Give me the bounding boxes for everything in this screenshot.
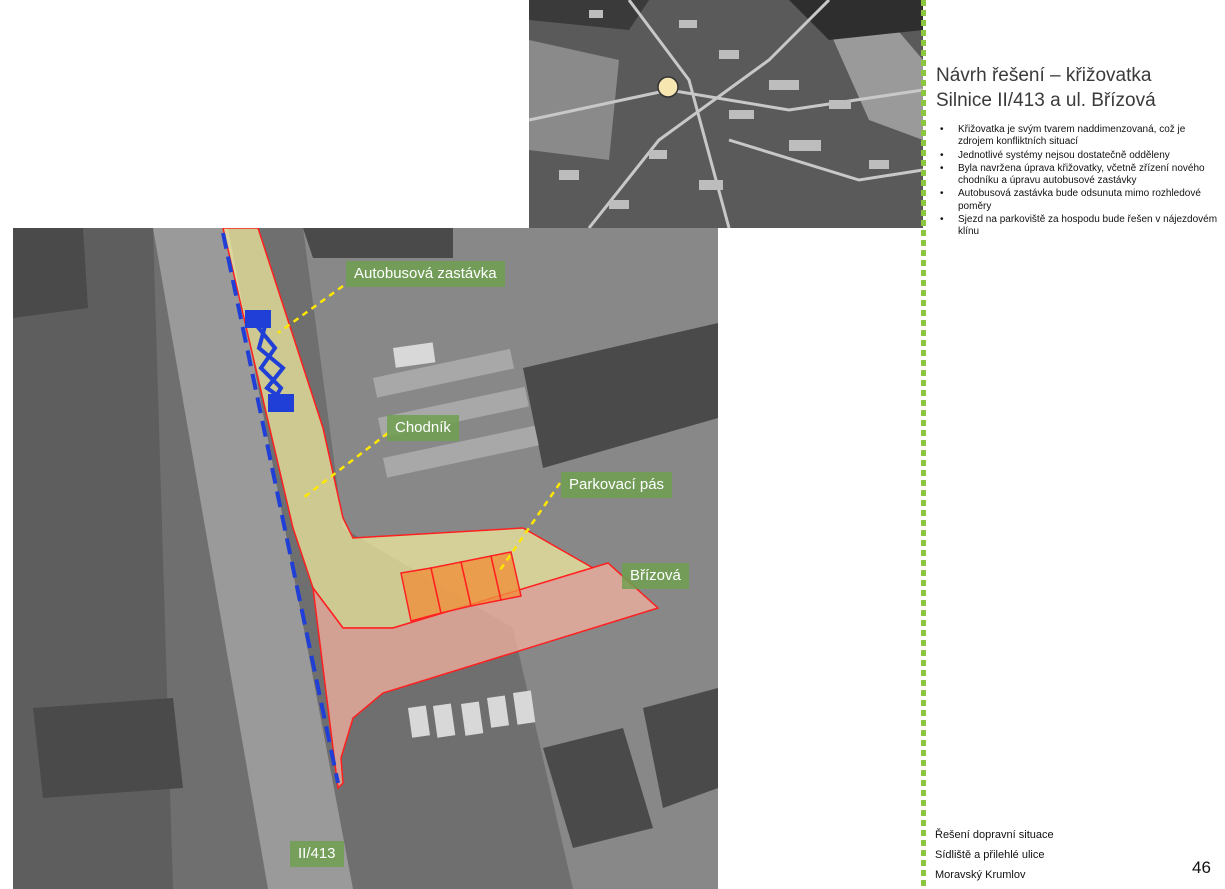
label-bus-stop: Autobusová zastávka xyxy=(346,261,505,287)
overview-map-image xyxy=(529,0,923,228)
intersection-design-map: Autobusová zastávka Chodník Parkovací pá… xyxy=(13,228,718,889)
bullet-list: Křižovatka je svým tvarem naddimenzovaná… xyxy=(936,124,1218,240)
footer-line-2: Sídliště a přilehlé ulice xyxy=(935,849,1045,861)
bullet-item: Autobusová zastávka bude odsunuta mimo r… xyxy=(936,188,1218,213)
label-sidewalk: Chodník xyxy=(387,415,459,441)
footer-line-3: Moravský Krumlov xyxy=(935,869,1026,881)
bullet-item: Byla navržena úprava křižovatky, včetně … xyxy=(936,163,1218,188)
slide-title-line-1: Návrh řešení – křižovatka xyxy=(936,65,1152,86)
footer-line-1: Řešení dopravní situace xyxy=(935,829,1054,841)
bullet-item: Jednotlivé systémy nejsou dostatečně odd… xyxy=(936,150,1218,163)
label-road-ii413: II/413 xyxy=(290,841,344,867)
design-overlay xyxy=(13,228,718,889)
label-street-brizova: Břízová xyxy=(622,563,689,589)
page-number: 46 xyxy=(1192,858,1211,877)
bullet-item: Sjezd na parkoviště za hospodu bude řeše… xyxy=(936,214,1218,239)
slide-title-line-2: Silnice II/413 a ul. Břízová xyxy=(936,90,1156,111)
location-marker xyxy=(657,76,679,98)
overview-aerial-map xyxy=(529,0,923,228)
bullet-item: Křižovatka je svým tvarem naddimenzovaná… xyxy=(936,124,1218,149)
label-parking-strip: Parkovací pás xyxy=(561,472,673,498)
vertical-divider xyxy=(921,0,926,889)
